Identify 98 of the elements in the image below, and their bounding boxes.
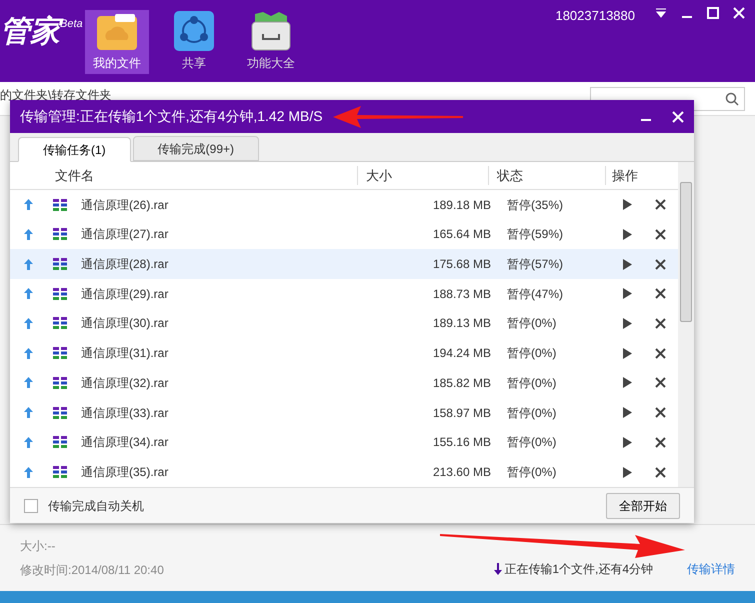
transfer-status: 暂停(0%) xyxy=(507,404,558,422)
file-name: 通信原理(35).rar xyxy=(81,464,170,482)
modified-time: 修改时间:2014/08/11 20:40 xyxy=(20,562,164,579)
upload-arrow-icon xyxy=(24,228,33,240)
close-icon[interactable] xyxy=(655,436,666,448)
dropdown-icon[interactable] xyxy=(655,7,667,19)
play-icon[interactable] xyxy=(623,258,632,270)
play-icon[interactable] xyxy=(623,348,632,359)
file-size: 155.16 MB xyxy=(432,434,491,452)
transfer-status: 正在传输1个文件,还有4分钟 xyxy=(504,561,653,578)
archive-file-icon xyxy=(53,258,67,270)
play-icon[interactable] xyxy=(623,199,632,210)
column-header: 状态 xyxy=(489,166,606,186)
file-name: 通信原理(33).rar xyxy=(81,404,170,422)
dialog-tab[interactable]: 传输完成(99+) xyxy=(132,136,260,161)
upload-arrow-icon xyxy=(24,348,33,359)
file-name: 通信原理(26).rar xyxy=(81,196,170,214)
transfer-status: 暂停(57%) xyxy=(507,256,564,274)
close-icon[interactable] xyxy=(655,199,666,210)
nav-tab[interactable]: 功能大全 xyxy=(239,10,303,74)
file-size: 185.82 MB xyxy=(432,374,491,392)
play-icon[interactable] xyxy=(623,466,632,478)
archive-file-icon xyxy=(53,436,67,448)
archive-file-icon xyxy=(53,198,67,211)
play-icon[interactable] xyxy=(623,288,632,300)
archive-file-icon xyxy=(53,406,67,419)
transfer-details-link[interactable]: 传输详情 xyxy=(687,560,735,578)
transfer-status: 暂停(0%) xyxy=(507,464,558,482)
play-icon[interactable] xyxy=(623,318,632,329)
column-header: 大小 xyxy=(358,166,489,186)
download-arrow-icon xyxy=(494,563,502,575)
account-number: 18023713880 xyxy=(555,7,635,25)
transfer-row[interactable]: 通信原理(28).rar 175.68 MB 暂停(57%) xyxy=(10,249,678,279)
file-name: 通信原理(27).rar xyxy=(81,226,170,244)
close-icon[interactable] xyxy=(655,288,666,300)
transfer-status: 暂停(35%) xyxy=(507,196,564,214)
upload-arrow-icon xyxy=(24,436,33,448)
drawer-box-icon xyxy=(249,10,293,52)
maximize-icon[interactable] xyxy=(707,7,719,19)
share-icon xyxy=(173,10,215,52)
play-icon[interactable] xyxy=(623,228,632,240)
breadcrumb-path: 的文件夹\转存文件夹 xyxy=(0,86,112,104)
transfer-status: 暂停(0%) xyxy=(507,434,558,452)
transfer-status: 暂停(0%) xyxy=(507,315,558,332)
close-icon[interactable] xyxy=(655,258,666,270)
transfer-status: 暂停(59%) xyxy=(507,226,564,244)
archive-file-icon xyxy=(53,288,67,300)
play-icon[interactable] xyxy=(623,407,632,418)
file-size: 189.13 MB xyxy=(432,315,491,332)
size-label: 大小:-- xyxy=(20,538,56,555)
archive-file-icon xyxy=(53,376,67,389)
close-icon[interactable] xyxy=(655,318,666,329)
file-size: 165.64 MB xyxy=(432,226,491,244)
close-icon[interactable] xyxy=(655,228,666,240)
file-size: 213.60 MB xyxy=(432,464,491,482)
file-name: 通信原理(34).rar xyxy=(81,434,170,452)
nav-tab[interactable]: 共享 xyxy=(162,10,226,74)
close-icon[interactable] xyxy=(655,348,666,359)
file-name: 通信原理(32).rar xyxy=(81,374,170,392)
play-icon[interactable] xyxy=(623,377,632,388)
transfer-status: 暂停(47%) xyxy=(507,286,564,303)
file-size: 189.18 MB xyxy=(432,196,491,214)
dialog-tab[interactable]: 传输任务(1) xyxy=(18,137,131,162)
scrollbar[interactable] xyxy=(678,162,694,487)
file-size: 188.73 MB xyxy=(432,286,491,303)
upload-arrow-icon xyxy=(24,258,33,270)
transfer-status: 暂停(0%) xyxy=(507,374,558,392)
close-icon[interactable] xyxy=(655,407,666,418)
upload-arrow-icon xyxy=(24,377,33,388)
file-name: 通信原理(28).rar xyxy=(81,256,170,274)
search-icon[interactable] xyxy=(725,92,739,106)
column-header: 操作 xyxy=(611,166,638,185)
upload-arrow-icon xyxy=(24,199,33,210)
file-name: 通信原理(29).rar xyxy=(81,286,170,303)
file-size: 158.97 MB xyxy=(432,404,491,422)
column-header: 文件名 xyxy=(10,166,358,186)
archive-file-icon xyxy=(53,317,67,330)
archive-file-icon xyxy=(53,347,67,360)
close-icon[interactable] xyxy=(655,466,666,478)
start-all-button[interactable]: 全部开始 xyxy=(606,492,680,518)
file-size: 175.68 MB xyxy=(432,256,491,274)
upload-arrow-icon xyxy=(24,407,33,418)
archive-file-icon xyxy=(53,466,67,478)
nav-tab[interactable]: 我的文件 xyxy=(85,10,149,74)
file-name: 通信原理(31).rar xyxy=(81,345,170,362)
dialog-title: 传输管理:正在传输1个文件,还有4分钟,1.42 MB/S xyxy=(20,107,323,126)
close-icon[interactable] xyxy=(655,377,666,388)
checkbox[interactable] xyxy=(24,498,38,512)
play-icon[interactable] xyxy=(623,436,632,448)
auto-shutdown-label: 传输完成自动关机 xyxy=(48,498,144,514)
upload-arrow-icon xyxy=(24,318,33,329)
folder-icon xyxy=(95,12,139,52)
upload-arrow-icon xyxy=(24,288,33,300)
file-name: 通信原理(30).rar xyxy=(81,315,170,332)
upload-arrow-icon xyxy=(24,466,33,478)
archive-file-icon xyxy=(53,228,67,240)
transfer-status: 暂停(0%) xyxy=(507,345,558,362)
file-size: 194.24 MB xyxy=(432,345,491,362)
